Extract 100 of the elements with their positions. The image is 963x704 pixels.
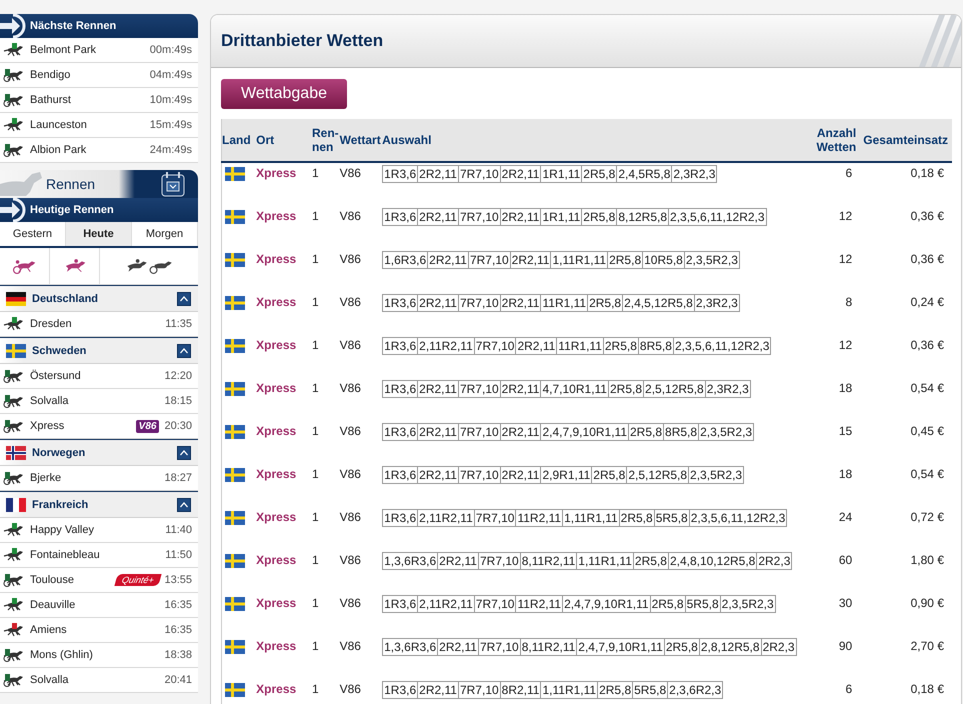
race-item[interactable]: Östersund 12:20 — [0, 364, 198, 389]
column-header: Ren- nen — [312, 126, 339, 154]
flag-icon — [6, 446, 26, 460]
race-item[interactable]: Happy Valley 11:40 — [0, 518, 198, 543]
bet-type: V86 — [340, 424, 361, 438]
selection-cell: 2R2,11 — [418, 165, 459, 183]
total-stake: 0,36 € — [910, 252, 944, 266]
race-number: 1 — [312, 252, 319, 266]
race-item[interactable]: Bathurst 10m:49s — [0, 88, 198, 113]
race-number: 1 — [312, 596, 319, 610]
column-header: Land — [222, 133, 251, 147]
race-time: 15m:49s — [150, 119, 192, 131]
race-time: 00m:49s — [150, 44, 192, 56]
selection-cell: 7R7,10 — [474, 337, 516, 355]
country-header[interactable]: Frankreich — [0, 491, 198, 518]
selection-cell: 2R5,8 — [608, 251, 644, 269]
selection-cell: 2,4,5R5,8 — [617, 165, 672, 183]
selection-cell: 2R2,11 — [500, 380, 542, 398]
country-header[interactable]: Deutschland — [0, 285, 198, 312]
race-item[interactable]: Bendigo 04m:49s — [0, 63, 198, 88]
race-item[interactable]: Launceston 15m:49s — [0, 113, 198, 138]
selection-cell: 2R5,8 — [582, 208, 618, 226]
collapse-icon[interactable] — [177, 344, 191, 358]
day-tab[interactable]: Morgen — [132, 222, 198, 246]
v86-badge: V86 — [136, 420, 160, 432]
bet-count: 12 — [838, 252, 852, 266]
race-item[interactable]: Mons (Ghlin) 18:38 — [0, 643, 198, 668]
flag-icon — [225, 597, 245, 611]
bet-count: 12 — [838, 209, 852, 223]
column-header: Gesamteinsatz — [863, 133, 948, 147]
total-stake: 0,18 € — [910, 166, 944, 180]
race-item[interactable]: Fontainebleau 11:50 — [0, 543, 198, 568]
collapse-icon[interactable] — [177, 446, 191, 460]
race-item[interactable]: Belmont Park 00m:49s — [0, 38, 198, 63]
race-item[interactable]: Albion Park 24m:49s — [0, 138, 198, 163]
selection-cell: 1R1,11 — [541, 165, 582, 183]
selection-cell: 7R7,10 — [458, 208, 501, 226]
race-name: Dresden — [30, 318, 72, 330]
selection-cell: 2R5,8 — [608, 380, 644, 398]
section-title: Heutige Rennen — [30, 204, 114, 216]
venue-link[interactable]: Xpress — [256, 424, 296, 438]
selection-cell: 2,11R2,11 — [418, 509, 475, 527]
race-time: 16:35 — [164, 624, 192, 636]
country-name: Schweden — [32, 344, 86, 356]
venue-link[interactable]: Xpress — [256, 381, 296, 395]
venue-link[interactable]: Xpress — [256, 639, 296, 653]
bet-type: V86 — [340, 338, 361, 352]
selection-cell: 8,12R5,8 — [617, 208, 670, 226]
venue-link[interactable]: Xpress — [256, 596, 296, 610]
race-number: 1 — [312, 209, 319, 223]
country-header[interactable]: Schweden — [0, 337, 198, 364]
race-item[interactable]: Bjerke 18:27 — [0, 466, 198, 491]
selection-cell: 2,3,5,6,11,12R2,3 — [669, 208, 767, 226]
venue-link[interactable]: Xpress — [256, 295, 296, 309]
submit-bet-button[interactable]: Wettabgabe — [221, 79, 347, 109]
total-stake: 0,90 € — [910, 596, 944, 610]
race-item[interactable]: Amiens 16:35 — [0, 618, 198, 643]
selection-cell: 2R2,11 — [516, 337, 558, 355]
selection-cell: 2,3,5R2,3 — [699, 423, 754, 441]
selection-cell: 11R2,11 — [516, 595, 564, 613]
day-tab[interactable]: Heute — [66, 222, 132, 246]
calendar-icon[interactable] — [160, 171, 186, 197]
race-time: 13:55 — [164, 574, 192, 586]
venue-link[interactable]: Xpress — [256, 338, 296, 352]
race-name: Deauville — [30, 599, 76, 611]
selection-cell: 2R5,8 — [650, 595, 686, 613]
selection-cell: 1R3,6 — [382, 337, 418, 355]
race-item[interactable]: Toulouse Quinté+ 13:55 — [0, 568, 198, 593]
bet-count: 6 — [846, 682, 852, 696]
bet-count: 18 — [838, 467, 852, 481]
race-number: 1 — [312, 682, 319, 696]
selection-cell: 1R3,6 — [382, 466, 418, 484]
race-item[interactable]: Solvalla 20:41 — [0, 668, 198, 693]
race-item[interactable]: Xpress V86 20:30 — [0, 414, 198, 439]
collapse-icon[interactable] — [177, 292, 191, 306]
venue-link[interactable]: Xpress — [256, 553, 296, 567]
bet-type: V86 — [340, 252, 361, 266]
selection-cell: 1R3,6 — [382, 509, 418, 527]
venue-link[interactable]: Xpress — [256, 252, 296, 266]
selection-cell: 8R5,8 — [664, 423, 700, 441]
selection-cell: 2,3,5,6,11,12R2,3 — [690, 509, 788, 527]
race-item[interactable]: Solvalla 18:15 — [0, 389, 198, 414]
venue-link[interactable]: Xpress — [256, 166, 296, 180]
arrow-circle-icon — [0, 198, 26, 222]
race-item[interactable]: Dresden 11:35 — [0, 312, 198, 337]
venue-link[interactable]: Xpress — [256, 467, 296, 481]
race-item[interactable]: Deauville 16:35 — [0, 593, 198, 618]
country-header[interactable]: Norwegen — [0, 439, 198, 466]
venue-link[interactable]: Xpress — [256, 209, 296, 223]
selection-cell: 1,11R1,11 — [563, 509, 620, 527]
selection-cell: 2R2,11 — [418, 380, 459, 398]
collapse-icon[interactable] — [177, 498, 191, 512]
selection-cell: 2R5,8 — [588, 294, 624, 312]
venue-link[interactable]: Xpress — [256, 510, 296, 524]
race-name: Amiens — [30, 624, 67, 636]
bet-type: V86 — [340, 553, 361, 567]
race-time: 20:30 — [164, 420, 192, 432]
selection-cell: 7R7,10 — [478, 552, 521, 570]
selection-cell: 2,11R2,11 — [418, 595, 475, 613]
venue-link[interactable]: Xpress — [256, 682, 296, 696]
